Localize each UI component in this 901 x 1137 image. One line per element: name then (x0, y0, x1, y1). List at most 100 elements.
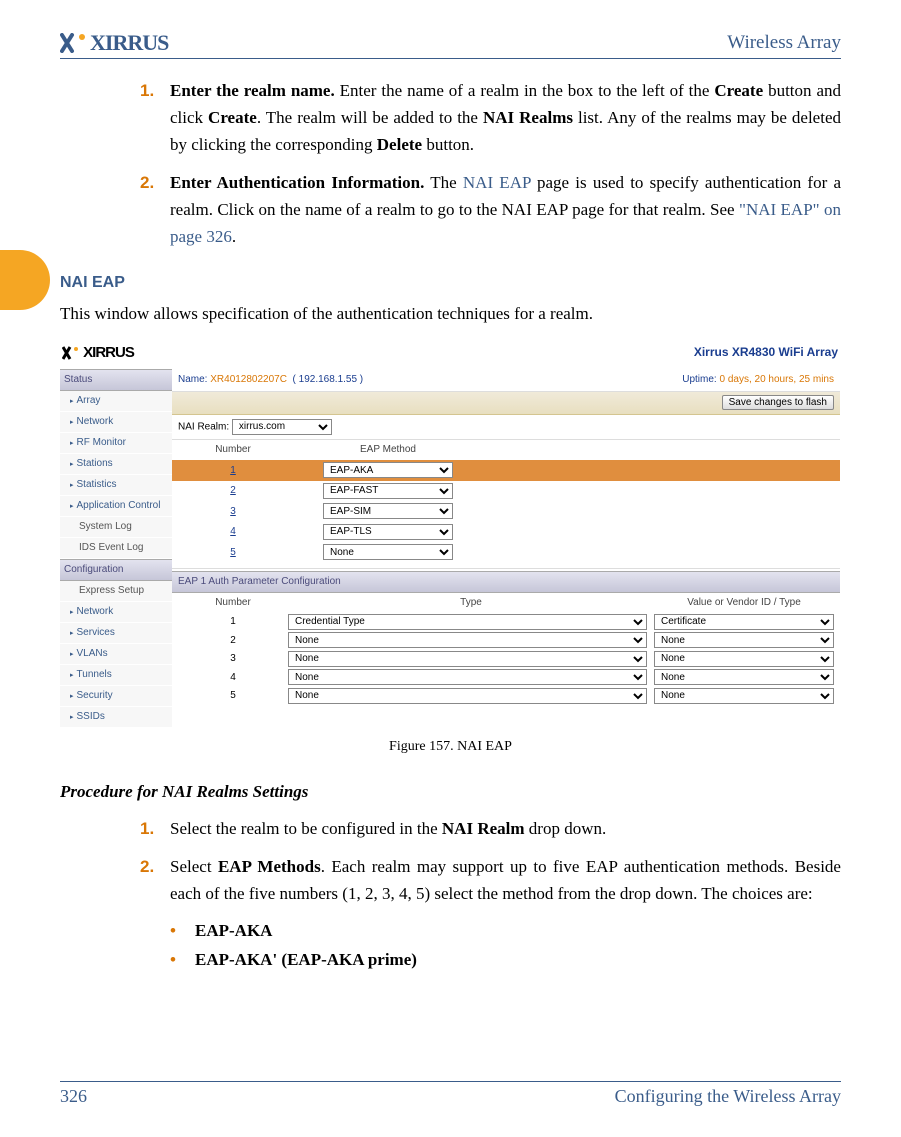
col-type: Type (288, 595, 654, 611)
realm-label: NAI Realm: (178, 421, 229, 432)
screenshot-sidebar: Status Array Network RF Monitor Stations… (60, 369, 172, 728)
step-number: 2. (140, 169, 170, 251)
sidebar-item-syslog[interactable]: System Log (60, 517, 172, 538)
sidebar-item-ssids[interactable]: SSIDs (60, 707, 172, 728)
auth-row: 4NoneNone (172, 668, 840, 687)
document-page: XIRRUS Wireless Array 1. Enter the realm… (0, 0, 901, 973)
sidebar-item-rf[interactable]: RF Monitor (60, 433, 172, 454)
auth-number: 2 (178, 633, 288, 649)
eap-number-link[interactable]: 3 (230, 506, 236, 517)
step-1: 1. Enter the realm name. Enter the name … (140, 77, 841, 159)
realm-select[interactable]: xirrus.com (232, 419, 332, 435)
bullet-item: • EAP-AKA (140, 917, 841, 944)
auth-value-select[interactable]: None (654, 632, 834, 648)
eap-row: 5 None (172, 542, 840, 563)
sidebar-item-security[interactable]: Security (60, 686, 172, 707)
main-content: 1. Enter the realm name. Enter the name … (60, 77, 841, 973)
auth-type-select[interactable]: None (288, 651, 647, 667)
sidebar-item-express[interactable]: Express Setup (60, 581, 172, 602)
array-model: Xirrus XR4830 WiFi Array (694, 343, 838, 362)
sidebar-item-statistics[interactable]: Statistics (60, 475, 172, 496)
device-ip: ( 192.168.1.55 ) (293, 374, 364, 385)
eap-method-select[interactable]: EAP-AKA (323, 462, 453, 478)
screenshot-logo: XIRRUS (62, 341, 134, 365)
eap-method-select[interactable]: None (323, 544, 453, 560)
auth-value-select[interactable]: None (654, 651, 834, 667)
auth-type-select[interactable]: None (288, 669, 647, 685)
separator (172, 565, 840, 569)
eap-number-link[interactable]: 4 (230, 526, 236, 537)
col-number: Number (178, 595, 288, 611)
eap-number-link[interactable]: 5 (230, 547, 236, 558)
device-name: XR4012802207C (210, 374, 287, 385)
page-number: 326 (60, 1086, 87, 1107)
auth-row: 3NoneNone (172, 650, 840, 669)
step-number: 1. (140, 77, 170, 159)
uptime-label: Uptime: (682, 374, 716, 385)
sidebar-item-ids[interactable]: IDS Event Log (60, 538, 172, 559)
col-value: Value or Vendor ID / Type (654, 595, 834, 611)
nai-eap-link[interactable]: NAI EAP (463, 173, 531, 192)
procedure-heading: Procedure for NAI Realms Settings (60, 778, 841, 805)
screenshot-header: XIRRUS Xirrus XR4830 WiFi Array (60, 337, 840, 369)
figure-caption: Figure 157. NAI EAP (60, 736, 841, 758)
proc-step-2: 2. Select EAP Methods. Each realm may su… (140, 853, 841, 907)
sidebar-item-network[interactable]: Network (60, 412, 172, 433)
eap-method-select[interactable]: EAP-FAST (323, 483, 453, 499)
embedded-screenshot: XIRRUS Xirrus XR4830 WiFi Array Status A… (60, 337, 840, 728)
auth-type-select[interactable]: None (288, 632, 647, 648)
auth-param-header: EAP 1 Auth Parameter Configuration (172, 571, 840, 593)
auth-value-select[interactable]: None (654, 688, 834, 704)
step-number: 1. (140, 815, 170, 842)
step-number: 2. (140, 853, 170, 907)
step-text: Enter Authentication Information. The NA… (170, 169, 841, 251)
sidebar-item-stations[interactable]: Stations (60, 454, 172, 475)
auth-type-select[interactable]: None (288, 688, 647, 704)
auth-type-select[interactable]: Credential Type (288, 614, 647, 630)
eap-table-header: Number EAP Method (172, 440, 840, 460)
sidebar-item-appcontrol[interactable]: Application Control (60, 496, 172, 517)
auth-row: 1Credential Type Certificate (172, 613, 840, 632)
footer-title: Configuring the Wireless Array (615, 1086, 841, 1107)
logo-icon (60, 33, 88, 53)
auth-value-select[interactable]: None (654, 669, 834, 685)
page-footer: 326 Configuring the Wireless Array (60, 1081, 841, 1107)
sidebar-item-vlans[interactable]: VLANs (60, 644, 172, 665)
sidebar-item-array[interactable]: Array (60, 391, 172, 412)
auth-value-select[interactable]: Certificate (654, 614, 834, 630)
eap-number-link[interactable]: 1 (230, 465, 236, 476)
eap-row: 4 EAP-TLS (172, 522, 840, 543)
eap-row: 1 EAP-AKA (172, 460, 840, 481)
auth-table-header: Number Type Value or Vendor ID / Type (172, 593, 840, 613)
step-2: 2. Enter Authentication Information. The… (140, 169, 841, 251)
save-button[interactable]: Save changes to flash (722, 395, 834, 410)
section-intro: This window allows specification of the … (60, 300, 841, 327)
auth-row: 5NoneNone (172, 687, 840, 706)
sidebar-item-services[interactable]: Services (60, 623, 172, 644)
save-bar: Save changes to flash (172, 392, 840, 415)
bullet-text: EAP-AKA (195, 917, 272, 944)
bullet-text: EAP-AKA' (EAP-AKA prime) (195, 946, 417, 973)
logo-icon (62, 346, 80, 360)
page-header: XIRRUS Wireless Array (60, 30, 841, 59)
bullet-icon: • (170, 946, 195, 973)
eap-method-select[interactable]: EAP-TLS (323, 524, 453, 540)
step-text: Select the realm to be configured in the… (170, 815, 841, 842)
col-number: Number (178, 442, 288, 458)
section-heading: NAI EAP (60, 270, 841, 296)
sidebar-item-cfg-network[interactable]: Network (60, 602, 172, 623)
uptime-value: 0 days, 20 hours, 25 mins (719, 374, 834, 385)
sidebar-config-header: Configuration (60, 559, 172, 581)
auth-number: 1 (178, 614, 288, 630)
step-text: Select EAP Methods. Each realm may suppo… (170, 853, 841, 907)
bullet-item: • EAP-AKA' (EAP-AKA prime) (140, 946, 841, 973)
info-bar: Name: XR4012802207C ( 192.168.1.55 ) Upt… (172, 369, 840, 392)
auth-number: 5 (178, 688, 288, 704)
eap-number-link[interactable]: 2 (230, 485, 236, 496)
eap-method-select[interactable]: EAP-SIM (323, 503, 453, 519)
bullet-icon: • (170, 917, 195, 944)
sidebar-status-header: Status (60, 369, 172, 391)
sidebar-item-tunnels[interactable]: Tunnels (60, 665, 172, 686)
name-label: Name: (178, 374, 207, 385)
eap-row: 2 EAP-FAST (172, 481, 840, 502)
